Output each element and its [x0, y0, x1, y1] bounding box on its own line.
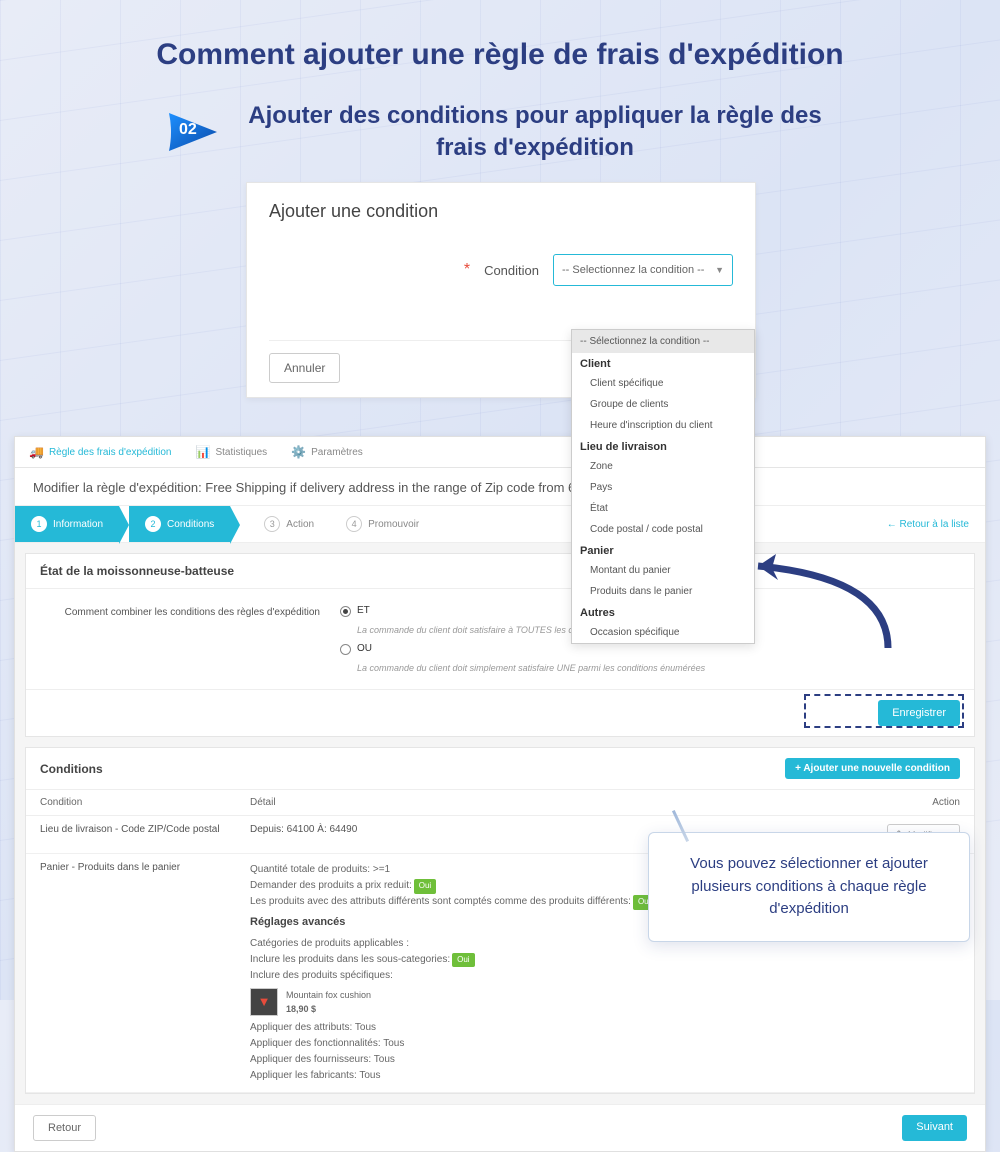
dd-item[interactable]: Client spécifique — [572, 373, 754, 394]
wizard-steps: 1Information 2Conditions 3Action 4Promou… — [15, 505, 985, 543]
next-button[interactable]: Suivant — [902, 1115, 967, 1141]
step-header: 02 Ajouter des conditions pour appliquer… — [0, 100, 1000, 165]
condition-dropdown[interactable]: -- Sélectionnez la condition -- Client C… — [571, 329, 755, 644]
back-button[interactable]: Retour — [33, 1115, 96, 1141]
dd-item[interactable]: Produits dans le panier — [572, 581, 754, 602]
dd-item[interactable]: Occasion spécifique — [572, 622, 754, 643]
rule-title: Modifier la règle d'expédition: Free Shi… — [15, 468, 985, 505]
truck-icon: 🚚 — [29, 445, 44, 459]
tab-stats[interactable]: 📊Statistiques — [196, 445, 268, 459]
conditions-title: Conditions — [40, 762, 103, 776]
chart-icon: 📊 — [196, 445, 211, 459]
tab-settings[interactable]: ⚙️Paramètres — [291, 445, 363, 459]
subtitle: Ajouter des conditions pour appliquer la… — [235, 100, 835, 165]
step-promote[interactable]: 4Promouvoir — [330, 506, 435, 542]
dd-item[interactable]: Groupe de clients — [572, 394, 754, 415]
footer-bar: Retour Suivant — [15, 1104, 985, 1151]
dd-placeholder[interactable]: -- Sélectionnez la condition -- — [572, 330, 754, 353]
product-thumb: ▼ — [250, 988, 278, 1016]
step-information[interactable]: 1Information — [15, 506, 119, 542]
step-action[interactable]: 3Action — [248, 506, 330, 542]
product-item: ▼ Mountain fox cushion18,90 $ — [250, 988, 870, 1017]
dd-item[interactable]: Pays — [572, 477, 754, 498]
gear-icon: ⚙️ — [291, 445, 306, 459]
modal-title: Ajouter une condition — [269, 201, 733, 222]
dd-item[interactable]: Zone — [572, 456, 754, 477]
add-condition-button[interactable]: + Ajouter une nouvelle condition — [785, 758, 960, 779]
radio-icon — [340, 606, 351, 617]
nav-tabs: 🚚Règle des frais d'expédition 📊Statistiq… — [15, 437, 985, 468]
help-tooltip: Vous pouvez sélectionner et ajouter plus… — [648, 832, 970, 942]
condition-select[interactable]: -- Selectionnez la condition -- ▼ — [553, 254, 733, 286]
required-asterisk: * — [464, 261, 470, 279]
callout-arrow — [738, 548, 898, 658]
condition-label: Condition — [484, 263, 539, 278]
dd-item[interactable]: Heure d'inscription du client — [572, 415, 754, 436]
tab-shipping-rules[interactable]: 🚚Règle des frais d'expédition — [29, 445, 172, 459]
page-title: Comment ajouter une règle de frais d'exp… — [0, 0, 1000, 72]
admin-panel: 🚚Règle des frais d'expédition 📊Statistiq… — [14, 436, 986, 1152]
cancel-button[interactable]: Annuler — [269, 353, 340, 383]
dd-item[interactable]: État — [572, 498, 754, 519]
dd-item[interactable]: Montant du panier — [572, 560, 754, 581]
badge-oui: Oui — [414, 879, 436, 894]
dd-item[interactable]: Code postal / code postal — [572, 519, 754, 540]
radio-icon — [340, 644, 351, 655]
highlight-box — [804, 694, 964, 728]
play-icon: 02 — [165, 109, 221, 155]
step-conditions[interactable]: 2Conditions — [129, 506, 230, 542]
chevron-down-icon: ▼ — [715, 265, 724, 275]
step-number: 02 — [179, 121, 197, 139]
back-to-list-link[interactable]: ← Retour à la liste — [871, 519, 985, 530]
badge-oui: Oui — [452, 953, 474, 968]
table-header: Condition Détail Action — [26, 790, 974, 816]
combine-label: Comment combiner les conditions des règl… — [40, 605, 320, 618]
